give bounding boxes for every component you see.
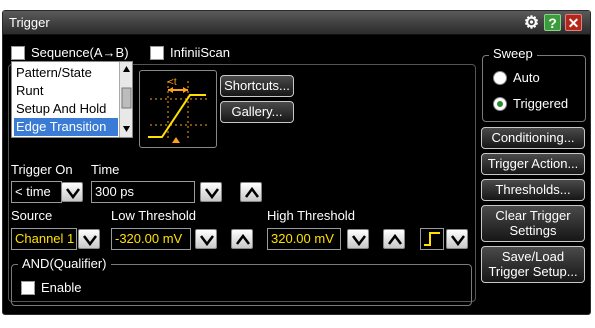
low-threshold-decrease-button[interactable] xyxy=(195,229,217,249)
help-button[interactable]: ? xyxy=(544,14,561,31)
low-threshold-label: Low Threshold xyxy=(111,208,197,223)
edge-transition-preview-icon: <t xyxy=(148,77,208,143)
trigger-type-list[interactable]: Pattern/State Runt Setup And Hold Edge T… xyxy=(11,61,133,138)
radio-selected-dot xyxy=(497,101,503,107)
sequence-label: Sequence(A→B) xyxy=(31,45,129,60)
high-threshold-input[interactable]: 320.00 mV xyxy=(267,228,341,250)
time-label: Time xyxy=(91,162,120,177)
trigger-on-select[interactable]: < time xyxy=(11,181,62,203)
button-line: Save/Load xyxy=(501,249,565,264)
sweep-triggered-radio[interactable] xyxy=(493,97,507,111)
settings-gear-icon[interactable]: ⚙ xyxy=(523,14,540,31)
chevron-up-icon xyxy=(236,234,250,245)
sweep-auto-radio[interactable] xyxy=(493,71,507,85)
infiniiscan-label: InfiniiScan xyxy=(170,45,230,60)
slope-dropdown-button[interactable] xyxy=(446,229,468,249)
low-threshold-input[interactable]: -320.00 mV xyxy=(111,228,191,250)
slope-select[interactable] xyxy=(420,228,444,250)
button-line: Settings xyxy=(509,223,557,238)
button-line: Trigger Setup... xyxy=(488,264,578,279)
list-item[interactable]: Runt xyxy=(14,82,118,100)
high-threshold-label: High Threshold xyxy=(267,208,355,223)
low-threshold-increase-button[interactable] xyxy=(231,229,253,249)
button-line: Clear Trigger xyxy=(495,208,571,223)
source-dropdown-button[interactable] xyxy=(78,229,100,249)
list-scrollbar[interactable] xyxy=(119,62,132,137)
qualifier-enable-label: Enable xyxy=(41,280,82,295)
infiniiscan-checkbox[interactable] xyxy=(150,46,164,60)
trigger-on-dropdown-button[interactable] xyxy=(61,182,83,202)
chevron-down-icon xyxy=(451,235,465,246)
gallery-button[interactable]: Gallery... xyxy=(220,101,294,123)
rising-edge-icon xyxy=(424,232,440,246)
chevron-down-icon xyxy=(205,188,219,199)
trigger-preview: <t xyxy=(139,70,217,148)
list-item-selected[interactable]: Edge Transition xyxy=(14,118,118,136)
sequence-checkbox[interactable] xyxy=(11,46,25,60)
sweep-group xyxy=(482,55,586,122)
time-decrease-button[interactable] xyxy=(200,182,222,202)
scrollbar-arrows-icon xyxy=(121,66,132,132)
time-input[interactable]: 300 ps xyxy=(91,181,195,203)
sweep-auto-label: Auto xyxy=(513,70,540,85)
shortcuts-button[interactable]: Shortcuts... xyxy=(220,75,294,97)
chevron-down-icon xyxy=(352,235,366,246)
chevron-down-icon xyxy=(200,235,214,246)
sweep-triggered-label: Triggered xyxy=(513,96,569,111)
qualifier-label: AND(Qualifier) xyxy=(18,256,111,271)
clear-trigger-settings-button[interactable]: Clear Trigger Settings xyxy=(481,205,585,242)
high-threshold-decrease-button[interactable] xyxy=(347,229,369,249)
chevron-up-icon xyxy=(388,234,402,245)
conditioning-button[interactable]: Conditioning... xyxy=(481,127,585,149)
preview-time-label: <t xyxy=(168,77,177,88)
window-title: Trigger xyxy=(9,15,50,30)
title-bar[interactable]: Trigger ⚙ ? ✕ xyxy=(3,11,590,35)
sweep-label: Sweep xyxy=(489,46,537,61)
time-increase-button[interactable] xyxy=(240,182,262,202)
chevron-down-icon xyxy=(66,188,80,199)
thresholds-button[interactable]: Thresholds... xyxy=(481,179,585,201)
chevron-down-icon xyxy=(83,235,97,246)
source-label: Source xyxy=(11,208,53,223)
list-item[interactable]: Pattern/State xyxy=(14,64,118,82)
list-item[interactable]: Setup And Hold xyxy=(14,100,118,118)
chevron-up-icon xyxy=(245,187,259,198)
trigger-action-button[interactable]: Trigger Action... xyxy=(481,153,585,175)
save-load-trigger-setup-button[interactable]: Save/Load Trigger Setup... xyxy=(481,246,585,283)
close-button[interactable]: ✕ xyxy=(565,14,582,31)
source-select[interactable]: Channel 1 xyxy=(11,228,77,250)
qualifier-enable-checkbox[interactable] xyxy=(21,281,35,295)
high-threshold-increase-button[interactable] xyxy=(383,229,405,249)
trigger-on-label: Trigger On xyxy=(11,162,73,177)
